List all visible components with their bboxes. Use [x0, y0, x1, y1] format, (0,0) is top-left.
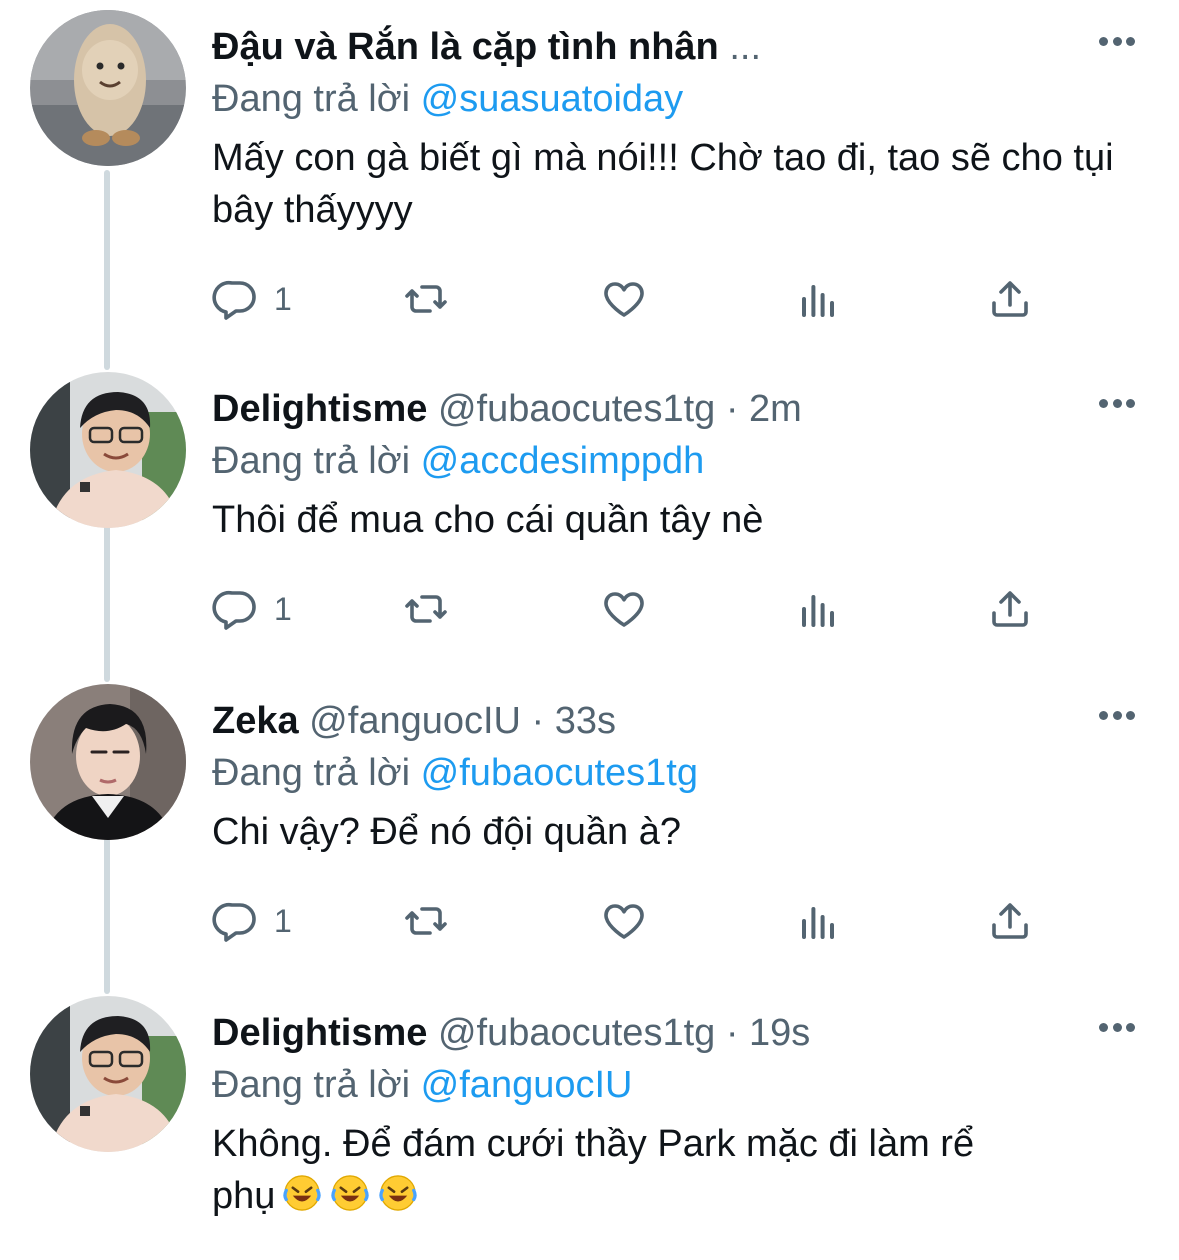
replying-to: Đang trả lời @fanguocIU: [212, 1060, 632, 1110]
share-button[interactable]: [986, 894, 1034, 948]
tweet-actions: 1: [212, 272, 1072, 326]
retweet-button[interactable]: [402, 894, 450, 948]
tweet[interactable]: Delightisme @fubaocutes1tg · 19s Đang tr…: [0, 996, 1179, 1260]
replying-to: Đang trả lời @suasuatoiday: [212, 74, 683, 124]
heart-icon: [600, 585, 648, 633]
share-icon: [986, 585, 1034, 633]
share-icon: [986, 897, 1034, 945]
like-button[interactable]: [600, 894, 648, 948]
reply-button[interactable]: 1: [212, 272, 292, 326]
share-button[interactable]: [986, 582, 1034, 636]
reply-handle-link[interactable]: @fanguocIU: [421, 1064, 633, 1106]
reply-count: 1: [274, 590, 292, 627]
tweet-header: Delightisme @fubaocutes1tg · 2m: [212, 384, 802, 434]
reply-icon: [212, 585, 260, 633]
heart-icon: [600, 897, 648, 945]
tweet-text: Chi vậy? Để nó đội quần à?: [212, 811, 681, 853]
reply-thread: Đậu và Rắn là cặp tình nhân ... Đang trả…: [0, 0, 1179, 1260]
tweet-text: Mấy con gà biết gì mà nói!!! Chờ tao đi,…: [212, 137, 1114, 231]
share-button[interactable]: [986, 272, 1034, 326]
replying-to-label: Đang trả lời: [212, 752, 421, 794]
replying-to-label: Đang trả lời: [212, 78, 421, 120]
analytics-icon: [794, 897, 842, 945]
display-name[interactable]: Zeka: [212, 700, 299, 742]
replying-to-label: Đang trả lời: [212, 440, 421, 482]
analytics-button[interactable]: [794, 582, 842, 636]
reply-handle-link[interactable]: @fubaocutes1tg: [421, 752, 698, 794]
tweet-text: Không. Để đám cưới thầy Park mặc đi làm …: [212, 1118, 1142, 1222]
replying-to: Đang trả lời @fubaocutes1tg: [212, 748, 698, 798]
rolling-on-floor-laughing-emoji: [329, 1172, 371, 1214]
person-glasses-avatar[interactable]: [30, 996, 186, 1152]
person-avatar[interactable]: [30, 684, 186, 840]
more-options-icon[interactable]: [1099, 398, 1135, 408]
reply-handle-link[interactable]: @accdesimppdh: [421, 440, 705, 482]
like-button[interactable]: [600, 272, 648, 326]
tweet-actions: 1: [212, 894, 1072, 948]
retweet-icon: [402, 585, 450, 633]
retweet-button[interactable]: [402, 272, 450, 326]
more-options-icon[interactable]: [1099, 36, 1135, 46]
tweet-header: Đậu và Rắn là cặp tình nhân ...: [212, 22, 761, 72]
tweet-header: Delightisme @fubaocutes1tg · 19s: [212, 1008, 810, 1058]
tweet[interactable]: Đậu và Rắn là cặp tình nhân ... Đang trả…: [0, 10, 1179, 350]
reply-handle-link[interactable]: @suasuatoiday: [421, 78, 684, 120]
analytics-button[interactable]: [794, 894, 842, 948]
handle-time: @fubaocutes1tg · 2m: [427, 388, 802, 430]
reply-button[interactable]: 1: [212, 894, 292, 948]
retweet-icon: [402, 275, 450, 323]
more-options-icon[interactable]: [1099, 710, 1135, 720]
display-name[interactable]: Delightisme: [212, 388, 427, 430]
tweet-actions: 1: [212, 582, 1072, 636]
person-glasses-avatar[interactable]: [30, 372, 186, 528]
tweet-text: Thôi để mua cho cái quần tây nè: [212, 499, 764, 541]
replying-to-label: Đang trả lời: [212, 1064, 421, 1106]
analytics-icon: [794, 275, 842, 323]
display-name[interactable]: Đậu và Rắn là cặp tình nhân: [212, 26, 719, 68]
handle-time: @fanguocIU · 33s: [298, 700, 617, 742]
reply-icon: [212, 275, 260, 323]
analytics-button[interactable]: [794, 272, 842, 326]
reply-count: 1: [274, 902, 292, 939]
reply-icon: [212, 897, 260, 945]
handle-time: ...: [718, 26, 761, 68]
tweet[interactable]: Delightisme @fubaocutes1tg · 2m Đang trả…: [0, 372, 1179, 662]
rolling-on-floor-laughing-emoji: [281, 1172, 323, 1214]
like-button[interactable]: [600, 582, 648, 636]
display-name[interactable]: Delightisme: [212, 1012, 427, 1054]
tweet-text-word: phụ: [212, 1175, 276, 1217]
more-options-icon[interactable]: [1099, 1022, 1135, 1032]
tweet-header: Zeka @fanguocIU · 33s: [212, 696, 616, 746]
retweet-button[interactable]: [402, 582, 450, 636]
tweet-text-line: phụ: [212, 1170, 1142, 1222]
analytics-icon: [794, 585, 842, 633]
replying-to: Đang trả lời @accdesimppdh: [212, 436, 704, 486]
reply-button[interactable]: 1: [212, 582, 292, 636]
share-icon: [986, 275, 1034, 323]
rolling-on-floor-laughing-emoji: [377, 1172, 419, 1214]
tweet-text-line: Không. Để đám cưới thầy Park mặc đi làm …: [212, 1123, 975, 1165]
tweet[interactable]: Zeka @fanguocIU · 33s Đang trả lời @fuba…: [0, 684, 1179, 974]
handle-time: @fubaocutes1tg · 19s: [427, 1012, 811, 1054]
retweet-icon: [402, 897, 450, 945]
reply-count: 1: [274, 280, 292, 317]
plush-toy-avatar[interactable]: [30, 10, 186, 166]
heart-icon: [600, 275, 648, 323]
